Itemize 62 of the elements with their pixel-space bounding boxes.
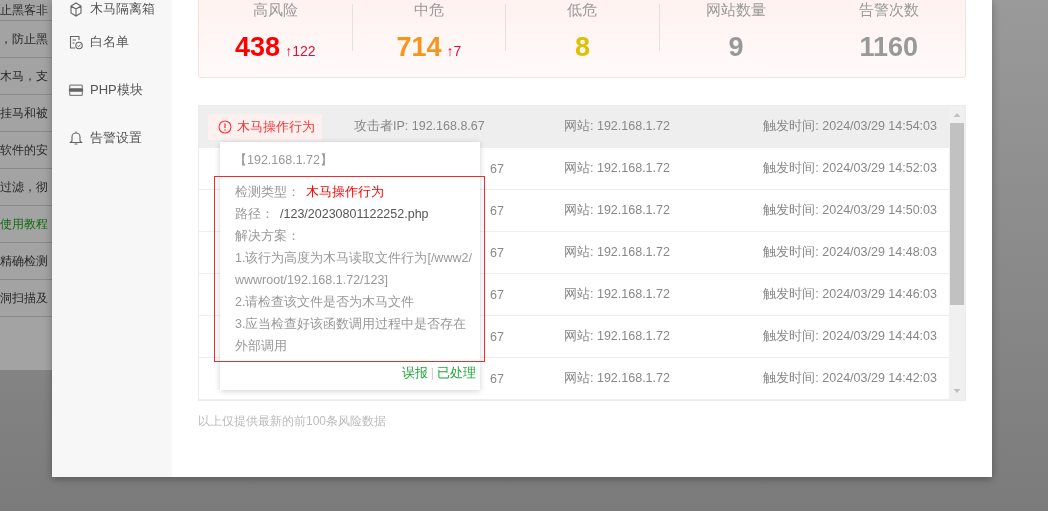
trigger-time: 触发时间: 2024/03/29 14:46:03 bbox=[763, 287, 937, 301]
background-text: 过滤，彻 bbox=[0, 178, 48, 196]
sidebar-item[interactable]: 告警设置 bbox=[52, 114, 172, 162]
background-text: ，防止黑 bbox=[0, 30, 48, 48]
trigger-time: 触发时间: 2024/03/29 14:44:03 bbox=[763, 329, 937, 343]
trigger-time: 触发时间: 2024/03/29 14:50:03 bbox=[763, 203, 937, 217]
stat-value: 438 bbox=[235, 32, 281, 63]
site-address: 网站: 192.168.1.72 bbox=[564, 245, 670, 259]
trigger-time: 触发时间: 2024/03/29 14:48:03 bbox=[763, 245, 937, 259]
trigger-time: 触发时间: 2024/03/29 14:42:03 bbox=[763, 371, 937, 385]
site-address: 网站: 192.168.1.72 bbox=[564, 203, 670, 217]
attacker-ip: 攻击者IP: 192.168.8.67 bbox=[354, 119, 485, 133]
stat-label: 低危 bbox=[567, 0, 598, 20]
field-label: 路径： bbox=[235, 205, 274, 223]
sidebar-item[interactable]: PHP模块 bbox=[52, 66, 172, 114]
php-file-icon bbox=[68, 82, 84, 98]
processed-link[interactable]: 已处理 bbox=[437, 364, 476, 382]
tutorial-link[interactable]: 使用教程 bbox=[0, 215, 48, 233]
stat-increase: ↑122 bbox=[285, 43, 316, 59]
attacker-ip: 67 bbox=[490, 161, 504, 176]
stat-value: 8 bbox=[574, 32, 590, 63]
file-path: /123/20230801122252.php bbox=[280, 207, 429, 221]
attacker-ip: 67 bbox=[490, 287, 504, 302]
false-report-link[interactable]: 误报 bbox=[401, 364, 428, 382]
trigger-time: 触发时间: 2024/03/29 14:52:03 bbox=[763, 161, 937, 175]
site-address: 网站: 192.168.1.72 bbox=[564, 119, 670, 133]
stat-value: 714 bbox=[396, 32, 442, 63]
separator: | bbox=[430, 366, 434, 380]
background-text: 软件的安 bbox=[0, 141, 48, 159]
sidebar-item[interactable]: 白名单 bbox=[52, 18, 172, 66]
site-address: 网站: 192.168.1.72 bbox=[564, 329, 670, 343]
attacker-ip: 67 bbox=[490, 371, 504, 386]
stat-increase: ↑7 bbox=[446, 43, 462, 59]
alert-row[interactable]: 木马操作行为 攻击者IP: 192.168.8.67 网站: 192.168.1.72 触发时间: 2024/03/29 14:54:03 bbox=[199, 106, 949, 148]
trigger-time: 触发时间: 2024/03/29 14:54:03 bbox=[763, 119, 937, 133]
stat-label: 中危 bbox=[413, 0, 444, 20]
background-text: 精确检测 bbox=[0, 252, 48, 270]
site-address: 网站: 192.168.1.72 bbox=[564, 371, 670, 385]
warning-icon bbox=[218, 119, 232, 134]
bell-icon bbox=[68, 130, 84, 146]
site-address: 网站: 192.168.1.72 bbox=[564, 161, 670, 175]
stat-value: 1160 bbox=[859, 32, 918, 63]
scrollbar[interactable] bbox=[949, 106, 965, 400]
background-text: 止黑客非 bbox=[0, 1, 48, 19]
attacker-ip: 67 bbox=[490, 203, 504, 218]
solution-step: 2.请检查该文件是否为木马文件 bbox=[235, 291, 476, 313]
sidebar-item[interactable]: 木马隔离箱 bbox=[52, 0, 172, 18]
background-text: 洞扫描及 bbox=[0, 289, 48, 307]
background-text: 挂马和被 bbox=[0, 104, 48, 122]
stat-label: 网站数量 bbox=[706, 0, 767, 20]
document-check-icon bbox=[68, 34, 84, 50]
background-text: 木马，支 bbox=[0, 67, 48, 85]
box-icon bbox=[68, 1, 84, 17]
solution-step: 3.应当检查好该函数调用过程中是否存在外部调用 bbox=[235, 313, 476, 357]
stat-label: 高风险 bbox=[252, 0, 298, 20]
attacker-ip: 67 bbox=[490, 329, 504, 344]
popover-title: 【192.168.1.72】 bbox=[233, 152, 334, 169]
stat-value: 9 bbox=[728, 32, 744, 63]
site-address: 网站: 192.168.1.72 bbox=[564, 287, 670, 301]
attacker-ip: 67 bbox=[490, 245, 504, 260]
stat-label: 告警次数 bbox=[858, 0, 919, 20]
threat-tag[interactable]: 木马操作行为 bbox=[208, 113, 322, 140]
